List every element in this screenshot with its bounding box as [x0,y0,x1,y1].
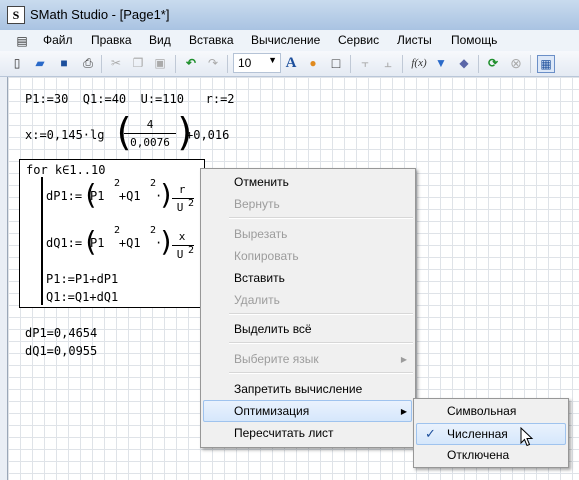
menu-separator [229,342,413,344]
mouse-pointer-icon [520,427,534,447]
print-icon[interactable]: ⎙ [80,55,96,71]
menu-service[interactable]: Сервис [338,33,379,47]
result-dq1[interactable]: dQ1=0,0955 [25,344,97,358]
for-loop-bracket [41,177,43,305]
align-vertical-icon[interactable]: ⫠ [380,55,396,71]
app-logo-icon: S [7,6,25,24]
document-icon[interactable]: ▤ [14,33,30,49]
toolbar-separator [350,55,351,73]
dp1-sum: P1 +Q1 · [90,189,163,203]
menu-item-symbolic[interactable]: Символьная [447,404,516,418]
submenu-arrow-icon: ▶ [400,407,407,416]
check-mark-icon: ✓ [425,426,436,441]
dp1-exponent-q1: 2 [150,178,157,189]
menu-item-disabled[interactable]: Отключена [447,448,509,462]
context-menu: Отменить Вернуть Вырезать Копировать Вст… [200,168,416,448]
color-palette-icon[interactable]: ● [305,55,321,71]
menu-item-undo[interactable]: Отменить [234,175,289,189]
dq1-expression[interactable]: dQ1:= [46,236,82,250]
open-folder-icon[interactable]: ▰ [32,55,48,71]
optimization-submenu: Символьная ✓ Численная Отключена [413,398,569,468]
x-fraction-numerator: 4 [146,118,154,131]
cut-icon[interactable]: ✂ [108,55,124,71]
title-bar: S SMath Studio - [Page1*] [0,0,579,31]
undo-icon[interactable]: ↶ [183,55,199,71]
submenu-arrow-icon: ▶ [400,355,407,364]
chevron-down-icon: ▼ [268,55,277,65]
toolbar-separator [530,55,531,73]
dq1-exponent-u: 2 [188,245,195,256]
definitions-line[interactable]: P1:=30 Q1:=40 U:=110 r:=2 [25,92,235,106]
x-expression-left[interactable]: x:=0,145·lg [25,128,104,142]
menu-file[interactable]: Файл [43,33,73,47]
menu-sheets[interactable]: Листы [397,33,432,47]
menu-item-paste[interactable]: Вставить [234,271,285,285]
toolbar-separator [402,55,403,73]
for-loop-header: for k∈1..10 [26,163,106,177]
q1-update[interactable]: Q1:=Q1+dQ1 [46,290,118,304]
save-icon[interactable]: ■ [56,55,72,71]
units-icon[interactable]: ◆ [456,55,472,71]
menu-item-disable-calculation[interactable]: Запретить вычисление [234,382,362,396]
menu-item-numeric[interactable]: Численная [447,427,508,441]
toolbar-separator [478,55,479,73]
dp1-exponent-p1: 2 [114,178,121,189]
text-font-icon[interactable]: A [283,55,299,71]
toolbar-separator [101,55,102,73]
worksheet-margin [0,77,7,480]
p1-update[interactable]: P1:=P1+dP1 [46,272,118,286]
menu-insert[interactable]: Вставка [189,33,234,47]
menu-item-optimization[interactable]: Оптимизация [234,404,309,418]
dp1-fraction-denominator: U [176,201,184,214]
x-fraction-bar [124,133,176,134]
paste-icon[interactable]: ▣ [152,55,168,71]
menu-separator [229,313,413,315]
menu-calculate[interactable]: Вычисление [251,33,320,47]
dq1-exponent-q1: 2 [150,225,157,236]
stop-icon[interactable]: ⊗ [508,55,524,71]
menu-edit[interactable]: Правка [91,33,132,47]
dq1-exponent-p1: 2 [114,225,121,236]
font-size-value: 10 [238,56,252,70]
align-horizontal-icon[interactable]: ⫟ [357,55,373,71]
new-file-icon[interactable]: ▯ [9,55,25,71]
menu-view[interactable]: Вид [149,33,171,47]
x-expression-right: +0,016 [186,128,230,142]
menu-separator [229,217,413,219]
menu-item-copy[interactable]: Копировать [234,249,299,263]
dp1-exponent-u: 2 [188,198,195,209]
dq1-sum: P1 +Q1 · [90,236,163,250]
menu-bar: ▤ Файл Правка Вид Вставка Вычисление Сер… [0,30,579,51]
menu-item-delete[interactable]: Удалить [234,293,280,307]
recalculate-icon[interactable]: ⟳ [485,55,501,71]
toolbar: ▯ ▰ ■ ⎙ ✂ ❐ ▣ ↶ ↷ A ● □ ⫟ ⫠ f(x) ▼ ◆ ⟳ ⊗… [0,51,579,77]
dp1-fraction-numerator: r [178,183,186,196]
menu-separator [229,372,413,374]
redo-icon[interactable]: ↷ [205,55,221,71]
result-dp1[interactable]: dP1=0,4654 [25,326,97,340]
menu-help[interactable]: Помощь [451,33,497,47]
menu-item-select-all[interactable]: Выделить всё [234,322,312,336]
window-title: SMath Studio - [Page1*] [30,7,170,22]
toolbar-separator [227,55,228,73]
function-icon[interactable]: f(x) [408,55,430,71]
border-icon[interactable]: □ [328,55,344,71]
font-size-select[interactable]: 10 ▼ [233,53,281,73]
filter-icon[interactable]: ▼ [433,55,449,71]
copy-icon[interactable]: ❐ [130,55,146,71]
dq1-fraction-denominator: U [176,248,184,261]
menu-item-choose-language[interactable]: Выберите язык [234,352,319,366]
menu-item-cut[interactable]: Вырезать [234,227,287,241]
toolbar-separator [175,55,176,73]
x-fraction-denominator: 0,0076 [130,136,170,149]
dq1-fraction-numerator: x [178,230,186,243]
dp1-expression[interactable]: dP1:= [46,189,82,203]
menu-item-recalculate-sheet[interactable]: Пересчитать лист [234,426,334,440]
menu-item-redo[interactable]: Вернуть [234,197,280,211]
page-view-icon[interactable]: ▦ [537,55,555,73]
